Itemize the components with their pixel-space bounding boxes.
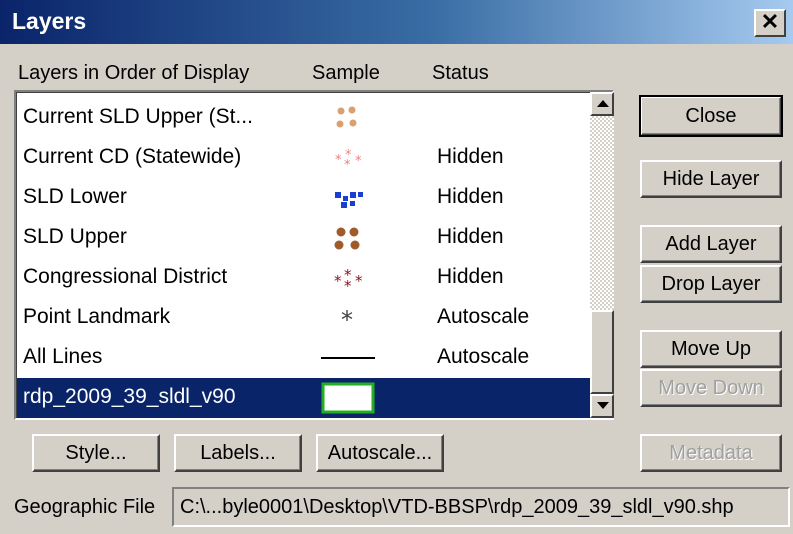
close-button[interactable]: Close — [639, 95, 783, 137]
blue-squares-icon — [335, 192, 363, 208]
layer-name: Point Landmark — [23, 305, 171, 328]
metadata-button[interactable]: Metadata — [640, 434, 782, 472]
svg-text:*: * — [355, 272, 363, 290]
layer-list[interactable]: Current SLD Upper (St... Current CD (Sta… — [14, 90, 614, 420]
green-rect-icon — [321, 382, 375, 414]
style-button[interactable]: Style... — [32, 434, 160, 472]
layer-row-selected[interactable]: rdp_2009_39_sldl_v90 — [17, 378, 590, 418]
vertical-scrollbar[interactable] — [590, 92, 614, 418]
move-down-button[interactable]: Move Down — [640, 369, 782, 407]
title-bar[interactable]: Layers ✕ — [0, 0, 793, 44]
layer-name: All Lines — [23, 345, 103, 368]
layer-name: Congressional District — [23, 265, 228, 288]
red-stars-icon: * * * * — [334, 266, 363, 295]
layer-row[interactable]: Congressional District * * * * Hidden — [17, 258, 590, 298]
drop-layer-button[interactable]: Drop Layer — [640, 265, 782, 303]
close-icon[interactable]: ✕ — [754, 9, 786, 37]
layer-row[interactable]: Current SLD Upper (St... — [17, 98, 590, 138]
window-title: Layers — [12, 8, 87, 34]
scroll-up-icon[interactable] — [590, 92, 614, 116]
svg-text:*: * — [344, 158, 351, 173]
layer-status: Autoscale — [437, 345, 530, 368]
layer-row[interactable]: Point Landmark * Autoscale — [17, 298, 590, 338]
svg-text:*: * — [344, 277, 352, 295]
svg-text:*: * — [334, 272, 342, 290]
labels-button[interactable]: Labels... — [174, 434, 302, 472]
layer-status: Hidden — [437, 185, 504, 208]
brown-dots-icon — [336, 106, 357, 128]
svg-text:*: * — [335, 153, 342, 168]
layers-dialog: Layers ✕ Layers in Order of Display Samp… — [0, 0, 793, 534]
layer-name: Current CD (Statewide) — [23, 145, 242, 168]
scroll-down-icon[interactable] — [590, 394, 614, 418]
layer-row[interactable]: Current CD (Statewide) * * * * Hidden — [17, 138, 590, 178]
add-layer-button[interactable]: Add Layer — [640, 225, 782, 263]
svg-text:*: * — [355, 154, 362, 169]
layer-row[interactable]: All Lines Autoscale — [17, 338, 590, 378]
layer-name: rdp_2009_39_sldl_v90 — [23, 385, 236, 408]
hide-layer-button[interactable]: Hide Layer — [640, 160, 782, 198]
geographic-file-field[interactable]: C:\...byle0001\Desktop\VTD-BBSP\rdp_2009… — [172, 487, 790, 527]
layer-status: Hidden — [437, 225, 504, 248]
svg-text:*: * — [341, 306, 353, 334]
autoscale-button[interactable]: Autoscale... — [316, 434, 444, 472]
layer-name: Current SLD Upper (St... — [23, 105, 253, 128]
move-up-button[interactable]: Move Up — [640, 330, 782, 368]
line-icon — [321, 357, 375, 359]
layer-status: Autoscale — [437, 305, 530, 328]
scrollbar-thumb[interactable] — [590, 310, 614, 394]
brown-blobs-icon — [334, 227, 360, 250]
column-header-sample: Sample — [312, 62, 380, 84]
asterisk-icon: * — [341, 306, 353, 334]
layer-row[interactable]: SLD Upper Hidden — [17, 218, 590, 258]
layer-status: Hidden — [437, 145, 504, 168]
column-header-status: Status — [432, 62, 489, 84]
column-header-name: Layers in Order of Display — [18, 62, 250, 84]
layer-name: SLD Upper — [23, 225, 127, 248]
layer-list-viewport: Current SLD Upper (St... Current CD (Sta… — [16, 92, 590, 418]
pink-stars-icon: * * * * — [335, 148, 362, 173]
geographic-file-label: Geographic File — [14, 496, 156, 518]
layer-name: SLD Lower — [23, 185, 127, 208]
layer-status: Hidden — [437, 265, 504, 288]
layer-row[interactable]: SLD Lower Hidden — [17, 178, 590, 218]
